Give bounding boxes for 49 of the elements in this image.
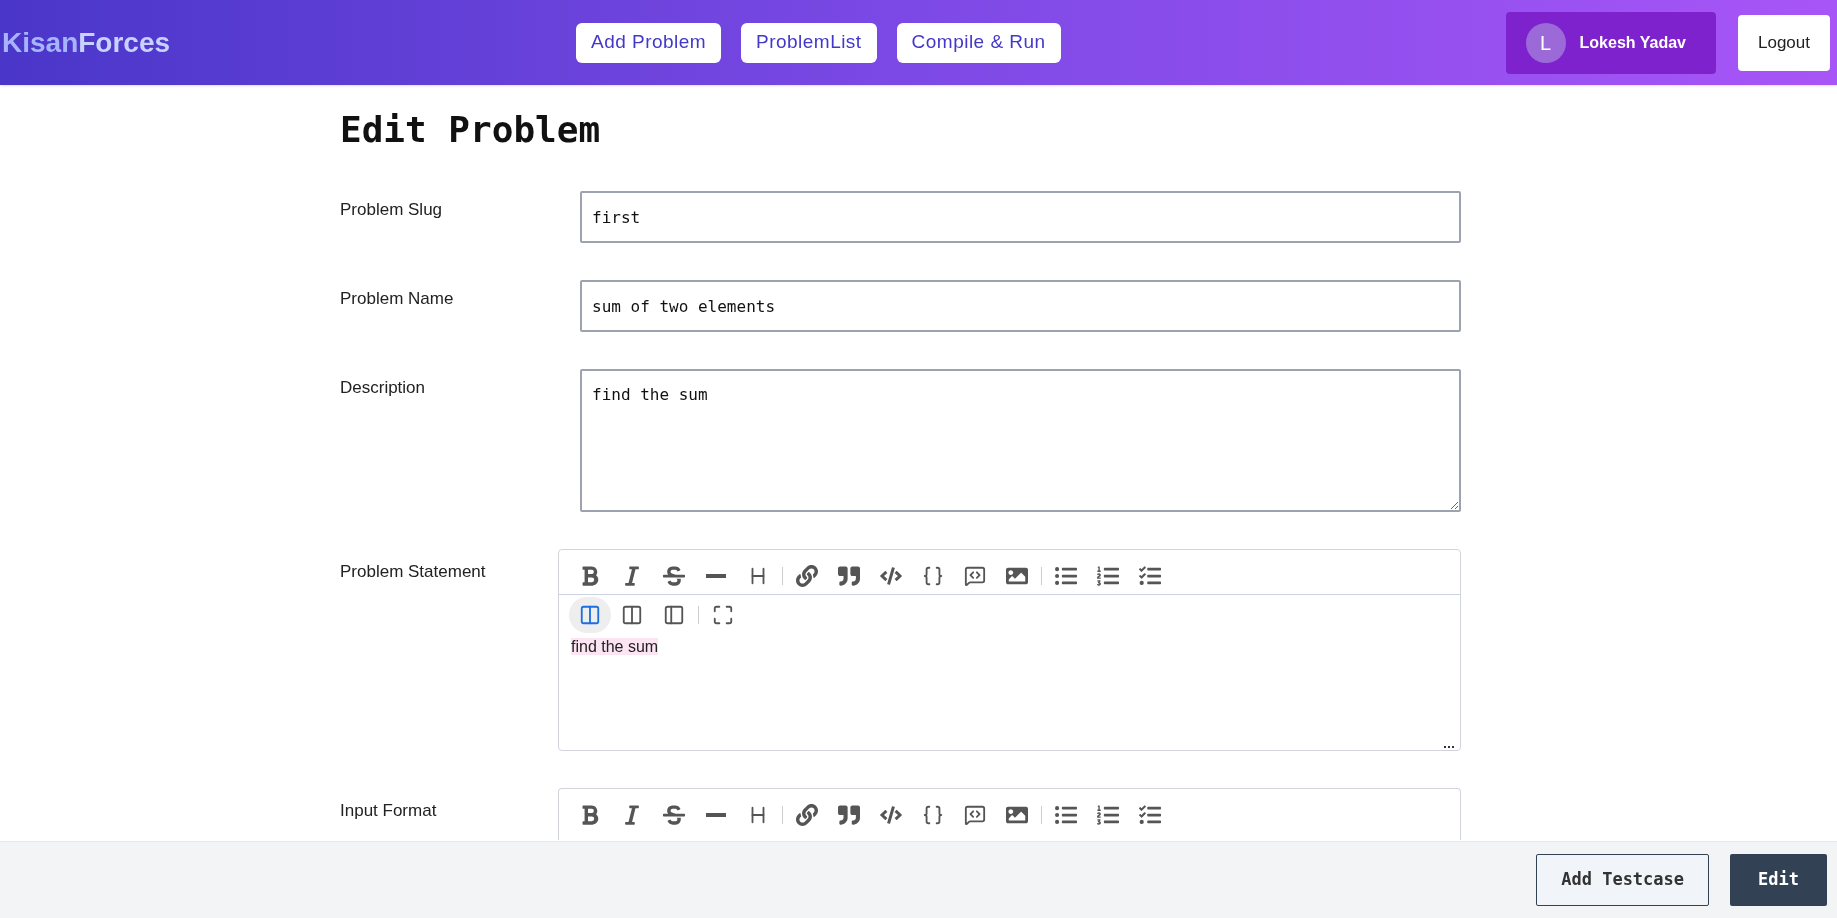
nav-button[interactable]: ProblemList bbox=[741, 22, 877, 63]
link-icon bbox=[796, 804, 818, 826]
resize-handle-icon bbox=[1444, 744, 1454, 748]
nav-button[interactable]: Add Problem bbox=[576, 22, 722, 63]
editor-text: find the sum bbox=[571, 638, 659, 655]
text-field[interactable]: first bbox=[580, 191, 1461, 243]
link-icon bbox=[796, 565, 818, 587]
strikethrough-icon bbox=[663, 804, 685, 826]
quote-icon bbox=[838, 804, 860, 826]
side-by-side-button[interactable] bbox=[569, 597, 611, 633]
user-chip[interactable]: L Lokesh Yadav bbox=[1505, 11, 1716, 74]
field-label: Input Format bbox=[340, 800, 438, 822]
code-block-icon bbox=[922, 804, 944, 826]
bullet-list-icon bbox=[1055, 565, 1077, 587]
image-icon bbox=[1006, 804, 1028, 826]
logo-text[interactable]: Forces bbox=[78, 21, 171, 64]
text-field[interactable]: sum of two elements bbox=[580, 280, 1461, 332]
comment-code-icon bbox=[964, 804, 986, 826]
fullscreen-icon bbox=[712, 604, 734, 626]
numbered-list-icon bbox=[1097, 804, 1119, 826]
add-testcase-button[interactable]: Add Testcase bbox=[1536, 854, 1710, 906]
page-title: Edit Problem bbox=[340, 108, 602, 152]
description-field[interactable]: find the sum bbox=[580, 369, 1461, 512]
code-block-icon bbox=[922, 565, 944, 587]
code-icon bbox=[880, 565, 902, 587]
quote-icon bbox=[838, 565, 860, 587]
edit-button[interactable]: Edit bbox=[1730, 854, 1827, 906]
logout-button[interactable]: Logout bbox=[1738, 14, 1830, 71]
field-label: Problem Statement bbox=[340, 561, 487, 583]
user-name: Lokesh Yadav bbox=[1579, 32, 1687, 53]
bullet-list-icon bbox=[1055, 804, 1077, 826]
split-columns-icon bbox=[621, 604, 643, 626]
image-icon bbox=[1006, 565, 1028, 587]
strikethrough-icon bbox=[663, 565, 685, 587]
markdown-editor[interactable] bbox=[558, 788, 1461, 840]
nav-button[interactable]: Compile & Run bbox=[896, 22, 1061, 63]
field-label: Problem Slug bbox=[340, 199, 444, 221]
avatar: L bbox=[1525, 22, 1566, 63]
panel-icon bbox=[663, 604, 685, 626]
task-list-icon bbox=[1139, 565, 1161, 587]
comment-code-icon bbox=[964, 565, 986, 587]
numbered-list-icon bbox=[1097, 565, 1119, 587]
field-label: Description bbox=[340, 377, 427, 399]
code-icon bbox=[880, 804, 902, 826]
task-list-icon bbox=[1139, 804, 1161, 826]
markdown-editor[interactable]: find the sum bbox=[558, 549, 1461, 751]
logo-text[interactable]: Kisan bbox=[2, 21, 79, 64]
columns-icon bbox=[579, 604, 601, 626]
field-label: Problem Name bbox=[340, 288, 455, 310]
